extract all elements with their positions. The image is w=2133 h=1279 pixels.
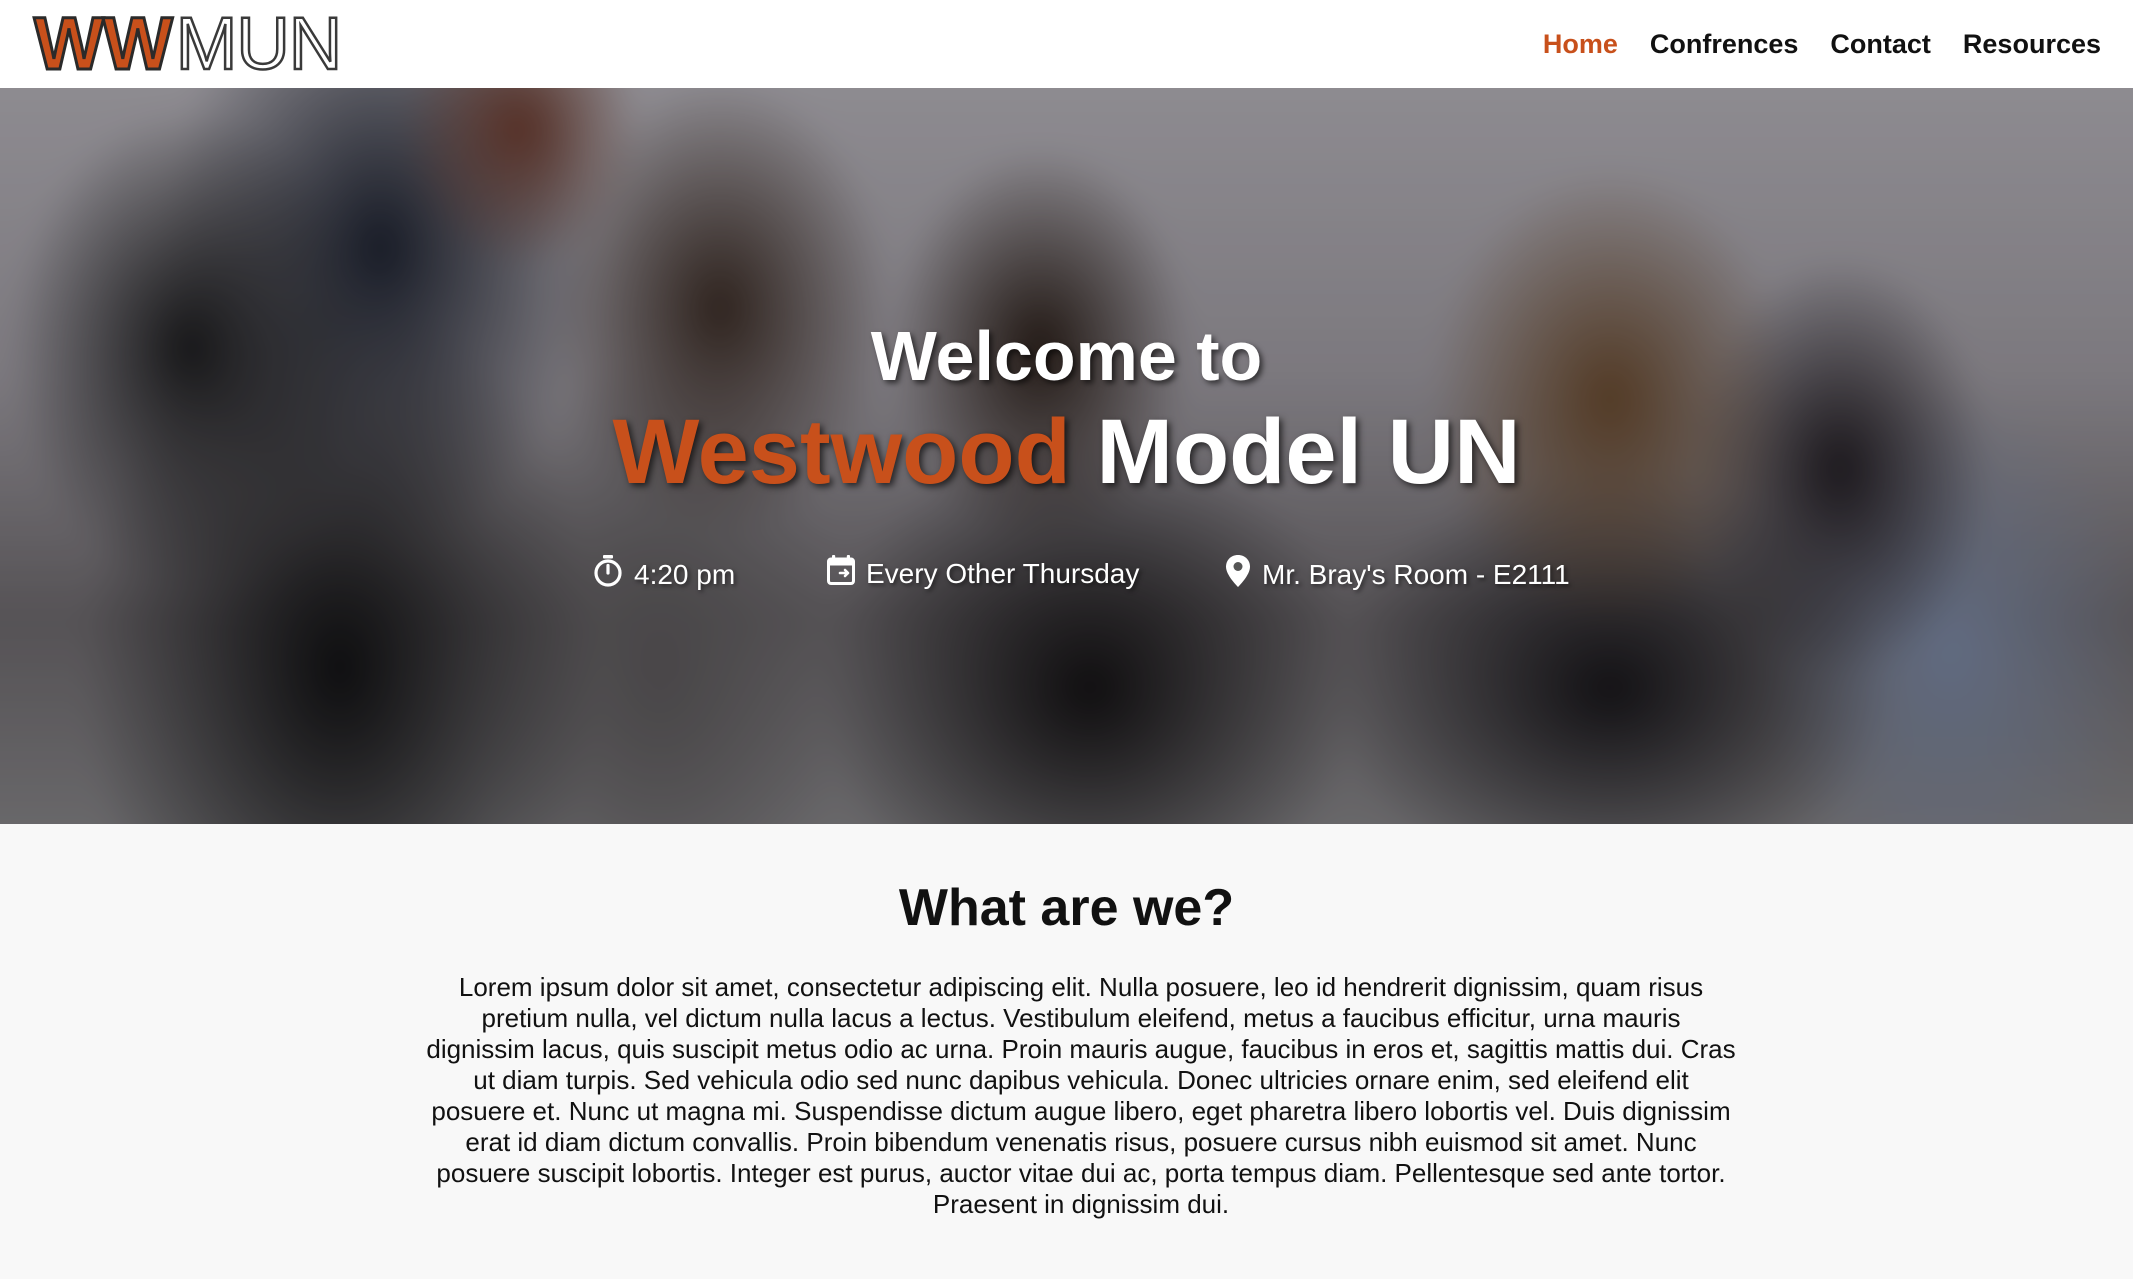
meeting-day: Every Other Thursday (826, 554, 1139, 593)
nav-item-contact[interactable]: Contact (1814, 29, 1947, 60)
calendar-icon (826, 554, 866, 593)
about-title: What are we? (898, 879, 1235, 937)
hero-content: Welcome to Westwood Model UN 4:20 pm Eve… (0, 88, 2133, 824)
timer-icon (592, 554, 634, 595)
site-header: WW MUN Home Confrences Contact Resources (0, 0, 2133, 88)
nav-item-home[interactable]: Home (1527, 29, 1634, 60)
meeting-time: 4:20 pm (592, 554, 735, 595)
about-section: What are we? Lorem ipsum dolor sit amet,… (0, 824, 2133, 1279)
hero-section: Welcome to Westwood Model UN 4:20 pm Eve… (0, 88, 2133, 824)
site-logo[interactable]: WW MUN (33, 2, 344, 85)
nav-item-confrences[interactable]: Confrences (1634, 29, 1815, 60)
hero-title-rest: Model UN (1070, 401, 1521, 503)
meeting-time-text: 4:20 pm (634, 558, 736, 590)
meeting-room: Mr. Bray's Room - E2111 (1224, 554, 1570, 595)
hero-title: Westwood Model UN (0, 400, 2133, 505)
meeting-room-text: Mr. Bray's Room - E2111 (1262, 558, 1570, 590)
hero-welcome-text: Welcome to (870, 317, 1263, 395)
nav-item-resources[interactable]: Resources (1947, 29, 2117, 60)
hero-title-accent: Westwood (612, 401, 1071, 503)
meeting-day-text: Every Other Thursday (866, 557, 1140, 589)
about-body-text: Lorem ipsum dolor sit amet, consectetur … (426, 972, 1736, 1219)
location-pin-icon (1224, 554, 1262, 595)
logo-mun-text: MUN (174, 2, 343, 85)
main-nav: Home Confrences Contact Resources (1527, 29, 2117, 60)
logo-ww-text: WW (33, 2, 175, 85)
